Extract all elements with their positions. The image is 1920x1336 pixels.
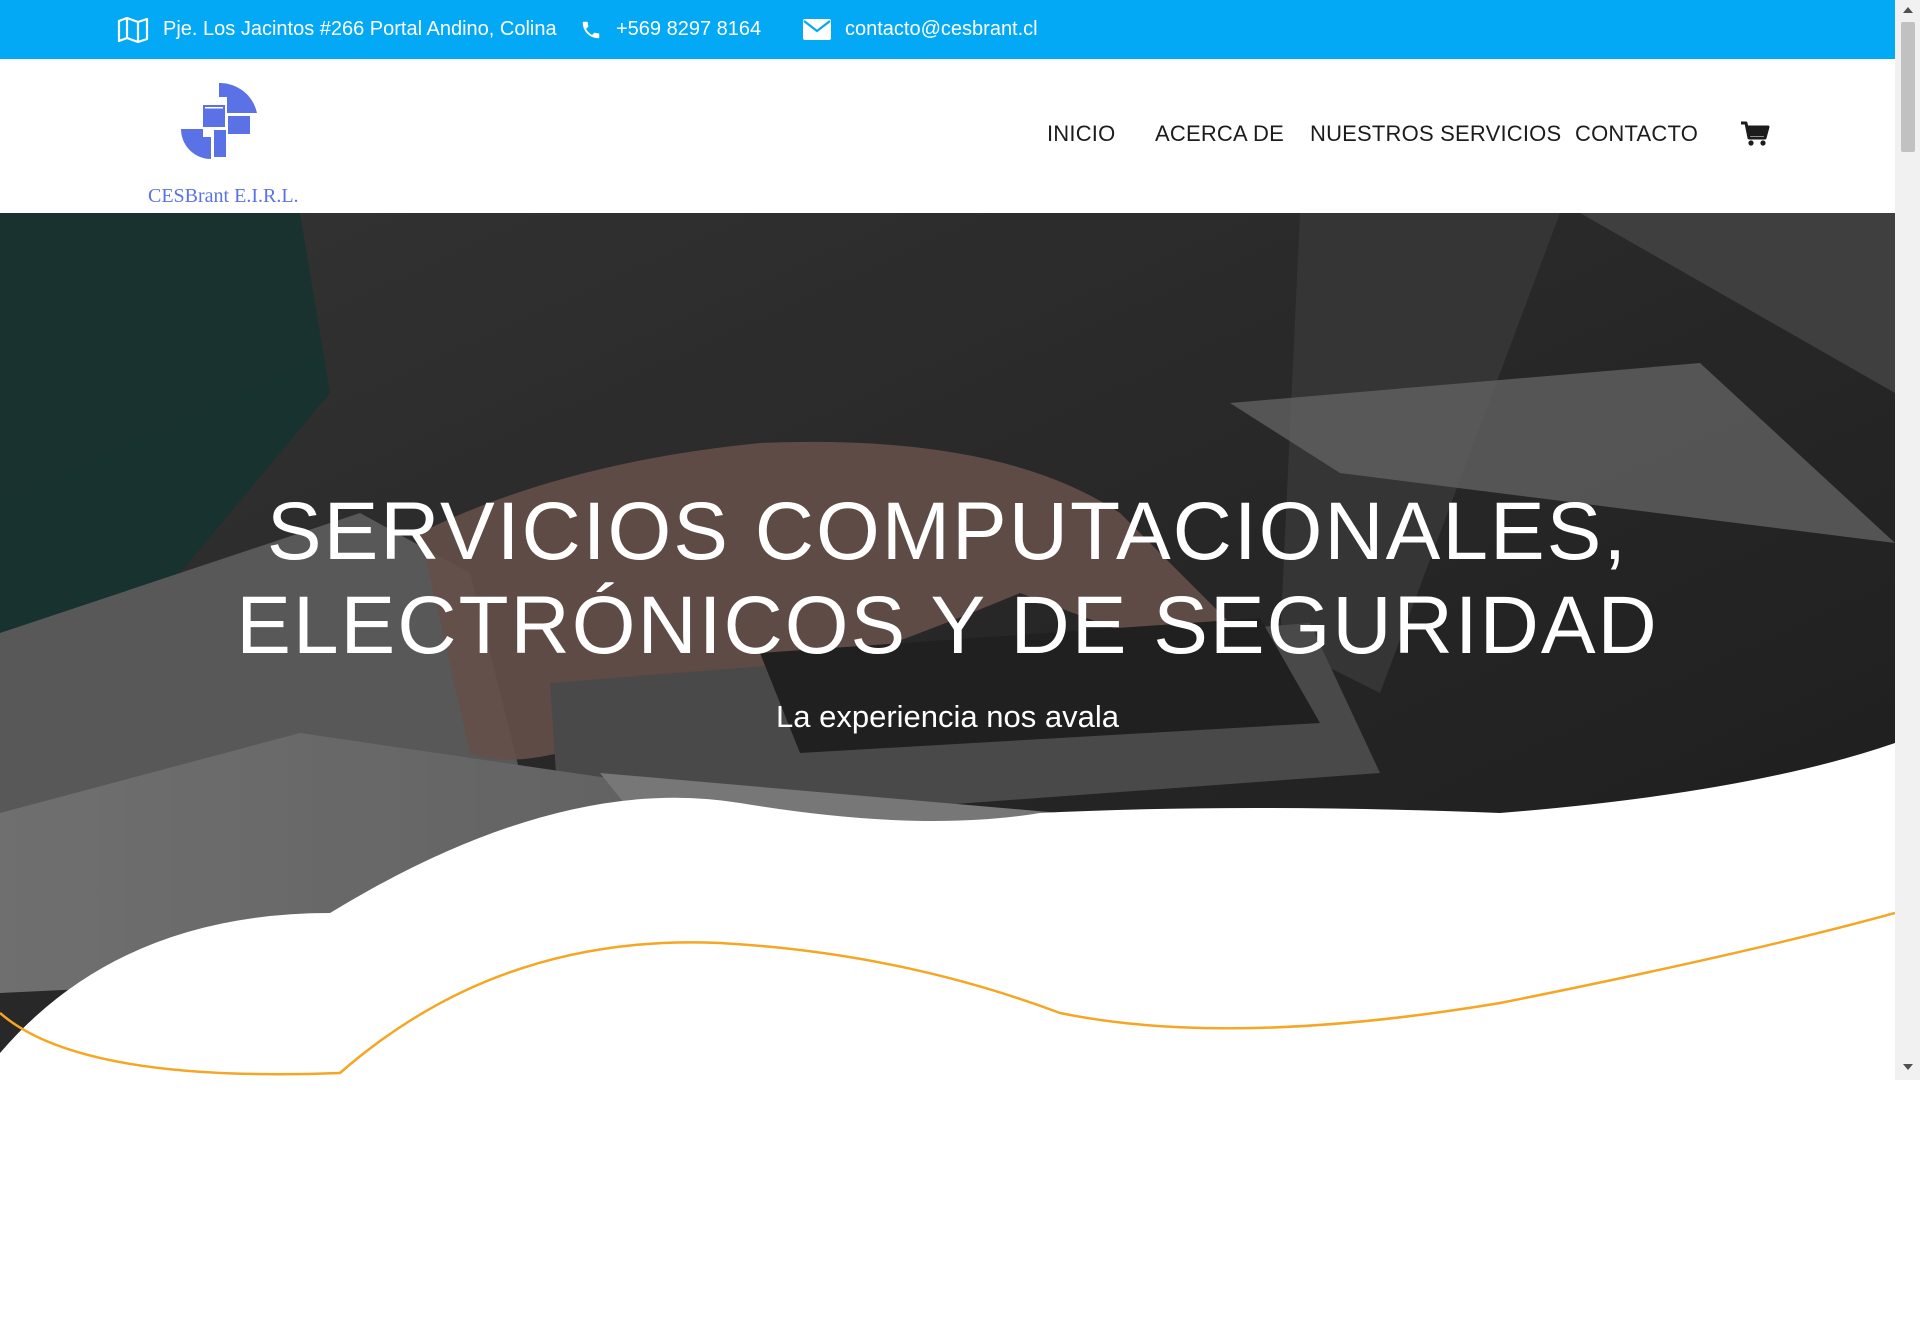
phone-text[interactable]: +569 8297 8164 [616, 18, 761, 41]
logo[interactable]: CESBrant E.I.R.L. [148, 83, 299, 207]
scroll-down-arrow-icon[interactable] [1895, 1057, 1920, 1077]
hero-title: SERVICIOS COMPUTACIONALES, ELECTRÓNICOS … [0, 485, 1895, 673]
nav-contacto[interactable]: CONTACTO [1575, 121, 1698, 147]
top-info-bar: Pje. Los Jacintos #266 Portal Andino, Co… [0, 0, 1895, 59]
site-header: CESBrant E.I.R.L. INICIO ACERCA DE NUEST… [0, 59, 1895, 213]
address-text: Pje. Los Jacintos #266 Portal Andino, Co… [163, 18, 557, 40]
main-nav: INICIO ACERCA DE NUESTROS SERVICIOS CONT… [1035, 59, 1895, 213]
hero-subtitle: La experiencia nos avala [776, 699, 1119, 734]
phone-icon [580, 19, 602, 41]
browser-viewport: Pje. Los Jacintos #266 Portal Andino, Co… [0, 0, 1895, 1080]
map-icon [117, 16, 149, 43]
address-item: Pje. Los Jacintos #266 Portal Andino, Co… [117, 0, 557, 59]
shopping-cart-icon[interactable] [1740, 121, 1770, 152]
logo-text: CESBrant E.I.R.L. [148, 185, 299, 207]
phone-item[interactable]: +569 8297 8164 [580, 0, 761, 59]
nav-acerca-de[interactable]: ACERCA DE [1155, 121, 1284, 147]
page: Pje. Los Jacintos #266 Portal Andino, Co… [0, 0, 1920, 1336]
hero-title-line1: SERVICIOS COMPUTACIONALES, [266, 486, 1629, 577]
envelope-icon [803, 19, 831, 40]
logo-mark-icon [181, 83, 257, 159]
nav-inicio[interactable]: INICIO [1047, 121, 1115, 147]
nav-nuestros-servicios[interactable]: NUESTROS SERVICIOS [1310, 121, 1561, 147]
scrollbar-thumb[interactable] [1901, 22, 1915, 152]
email-text[interactable]: contacto@cesbrant.cl [845, 18, 1038, 41]
hero-section: SERVICIOS COMPUTACIONALES, ELECTRÓNICOS … [0, 213, 1895, 1080]
scroll-up-arrow-icon[interactable] [1895, 0, 1920, 20]
email-item[interactable]: contacto@cesbrant.cl [803, 0, 1038, 59]
vertical-scrollbar[interactable] [1895, 0, 1920, 1080]
hero-title-line2: ELECTRÓNICOS Y DE SEGURIDAD [236, 580, 1659, 671]
